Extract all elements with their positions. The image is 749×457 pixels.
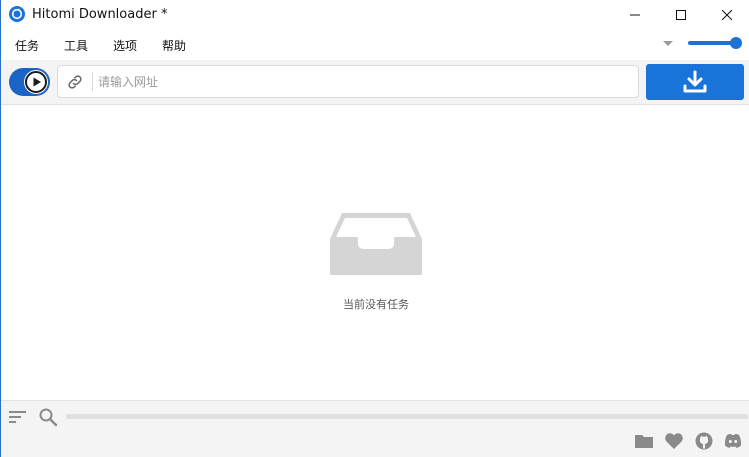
sort-icon[interactable] [9, 409, 27, 425]
minimize-button[interactable] [612, 0, 658, 30]
github-icon[interactable] [694, 432, 714, 450]
maximize-icon [676, 10, 686, 20]
menu-tasks[interactable]: 任务 [15, 37, 39, 54]
speed-slider-thumb[interactable] [730, 37, 742, 49]
play-knob[interactable] [24, 70, 48, 94]
url-separator [92, 72, 93, 91]
chevron-down-icon[interactable] [663, 41, 673, 46]
heart-icon[interactable] [664, 432, 684, 450]
menu-bar: 任务 工具 选项 帮助 [1, 31, 749, 57]
window-title: Hitomi Downloader * [32, 7, 168, 22]
play-icon [25, 71, 47, 93]
close-icon [722, 10, 732, 20]
app-window: Hitomi Downloader * 任务 工具 选项 帮助 请输入网址 当前… [0, 0, 749, 457]
minimize-icon [630, 14, 640, 16]
app-logo-icon [9, 6, 25, 22]
url-input[interactable] [98, 70, 628, 94]
empty-message: 当前没有任务 [343, 298, 409, 311]
inbox-icon [330, 213, 422, 275]
close-button[interactable] [704, 0, 749, 30]
link-icon [68, 75, 82, 89]
filter-input[interactable] [66, 414, 748, 419]
title-bar: Hitomi Downloader * [1, 0, 749, 30]
menu-tools[interactable]: 工具 [64, 37, 88, 54]
menu-help[interactable]: 帮助 [162, 37, 186, 54]
download-icon [683, 70, 707, 93]
maximize-button[interactable] [658, 0, 704, 30]
menu-options[interactable]: 选项 [113, 37, 137, 54]
discord-icon[interactable] [723, 432, 743, 450]
download-button[interactable] [646, 64, 744, 100]
folder-icon[interactable] [634, 432, 654, 450]
search-icon[interactable] [38, 407, 58, 427]
